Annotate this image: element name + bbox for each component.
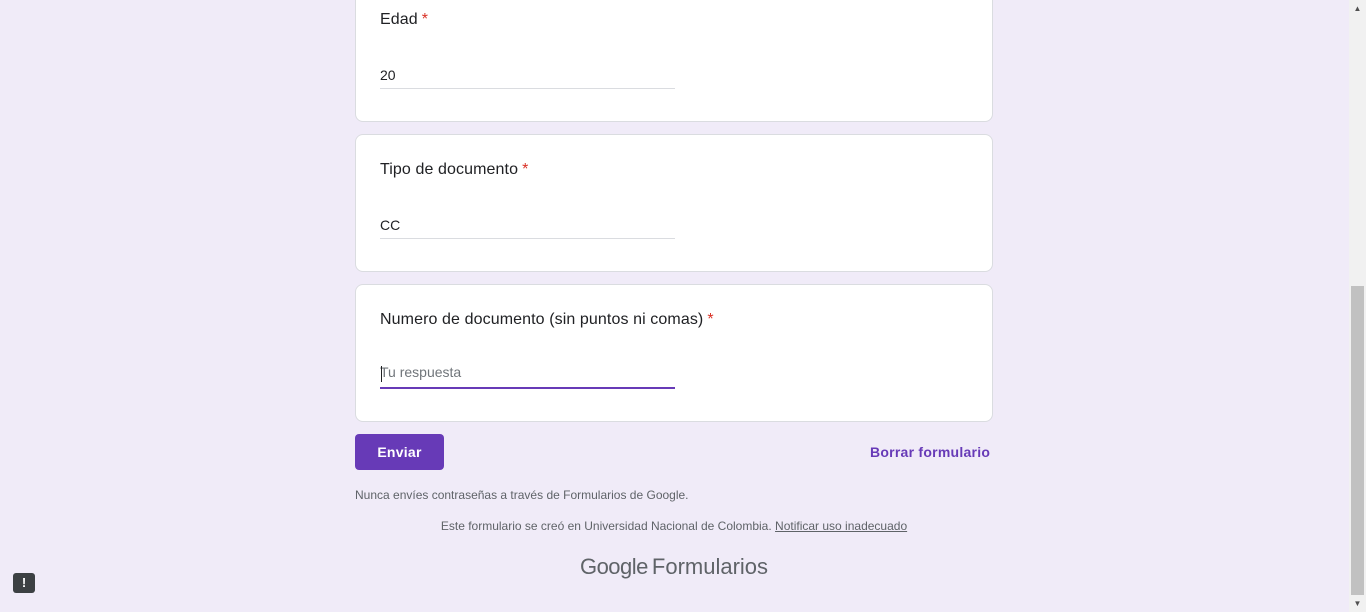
question-title-text: Tipo de documento [380, 161, 519, 178]
question-title: Numero de documento (sin puntos ni comas… [380, 311, 714, 329]
answer-field-edad[interactable]: 20 [380, 67, 675, 89]
clear-form-button[interactable]: Borrar formulario [862, 434, 998, 470]
numero-documento-input[interactable] [380, 361, 675, 389]
question-card-tipo-documento: Tipo de documento * CC [355, 134, 993, 272]
form-page: Edad * 20 Tipo de documento * CC Numero de… [0, 0, 1366, 612]
report-abuse-link[interactable]: Notificar uso inadecuado [775, 519, 907, 533]
answer-field-tipo-documento[interactable]: CC [380, 217, 675, 239]
required-asterisk: * [707, 311, 714, 328]
footer-disclaimer: Este formulario se creó en Universidad N… [355, 519, 993, 533]
question-title-text: Numero de documento (sin puntos ni comas… [380, 311, 704, 328]
created-by-text: Este formulario se creó en Universidad N… [440, 519, 772, 533]
vertical-scrollbar[interactable]: ▲ ▼ [1349, 0, 1366, 612]
question-card-numero-documento: Numero de documento (sin puntos ni comas… [355, 284, 993, 422]
password-warning: Nunca envíes contraseñas a través de For… [355, 488, 689, 502]
report-problem-icon[interactable]: ! [13, 573, 35, 593]
question-title-text: Edad [380, 11, 418, 28]
text-caret [381, 366, 382, 382]
required-asterisk: * [421, 11, 429, 28]
google-forms-logo[interactable]: Google Formularios [355, 554, 993, 580]
submit-button[interactable]: Enviar [355, 434, 444, 470]
arrow-down-icon[interactable]: ▼ [1349, 595, 1366, 612]
required-asterisk: * [522, 161, 529, 178]
brand-product: Formularios [651, 554, 769, 579]
question-title: Tipo de documento * [380, 161, 528, 179]
brand-google: Google [579, 554, 648, 579]
question-card-edad: Edad * 20 [355, 0, 993, 122]
scrollbar-thumb[interactable] [1351, 286, 1364, 595]
arrow-up-icon[interactable]: ▲ [1349, 0, 1366, 17]
question-title: Edad * [380, 11, 428, 29]
